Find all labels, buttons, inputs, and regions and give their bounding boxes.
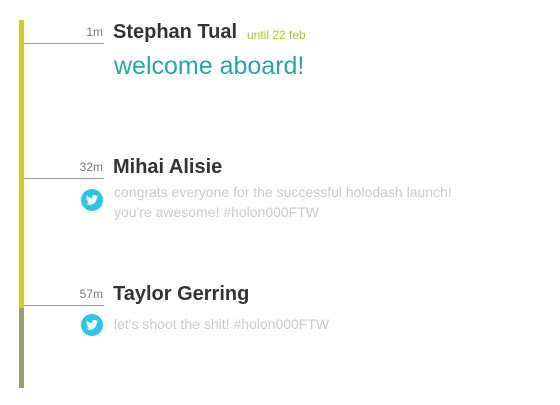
timeline-bar-older (19, 308, 24, 388)
tweet-text-line: congrats everyone for the successful hol… (114, 184, 452, 200)
timeline-bar-recent (19, 20, 24, 308)
author-name[interactable]: Mihai Alisie (113, 156, 222, 179)
twitter-bird-icon[interactable] (81, 314, 103, 336)
author-name[interactable]: Stephan Tual (113, 21, 237, 44)
timeline-tick (24, 305, 104, 306)
entry-age: 1m (86, 25, 103, 39)
tweet-text-line: you're awesome! #holon000FTW (114, 204, 319, 220)
twitter-bird-icon[interactable] (81, 189, 103, 211)
tweet-text-line: let's shoot the shit! #holon000FTW (114, 316, 330, 332)
entry-headline: welcome aboard! (114, 52, 305, 80)
entry-age: 32m (79, 160, 103, 174)
expiry-label: until 22 feb (247, 28, 306, 42)
timeline-tick (24, 178, 104, 179)
timeline-tick (24, 43, 104, 44)
author-name[interactable]: Taylor Gerring (113, 283, 249, 306)
entry-age: 57m (79, 287, 103, 301)
